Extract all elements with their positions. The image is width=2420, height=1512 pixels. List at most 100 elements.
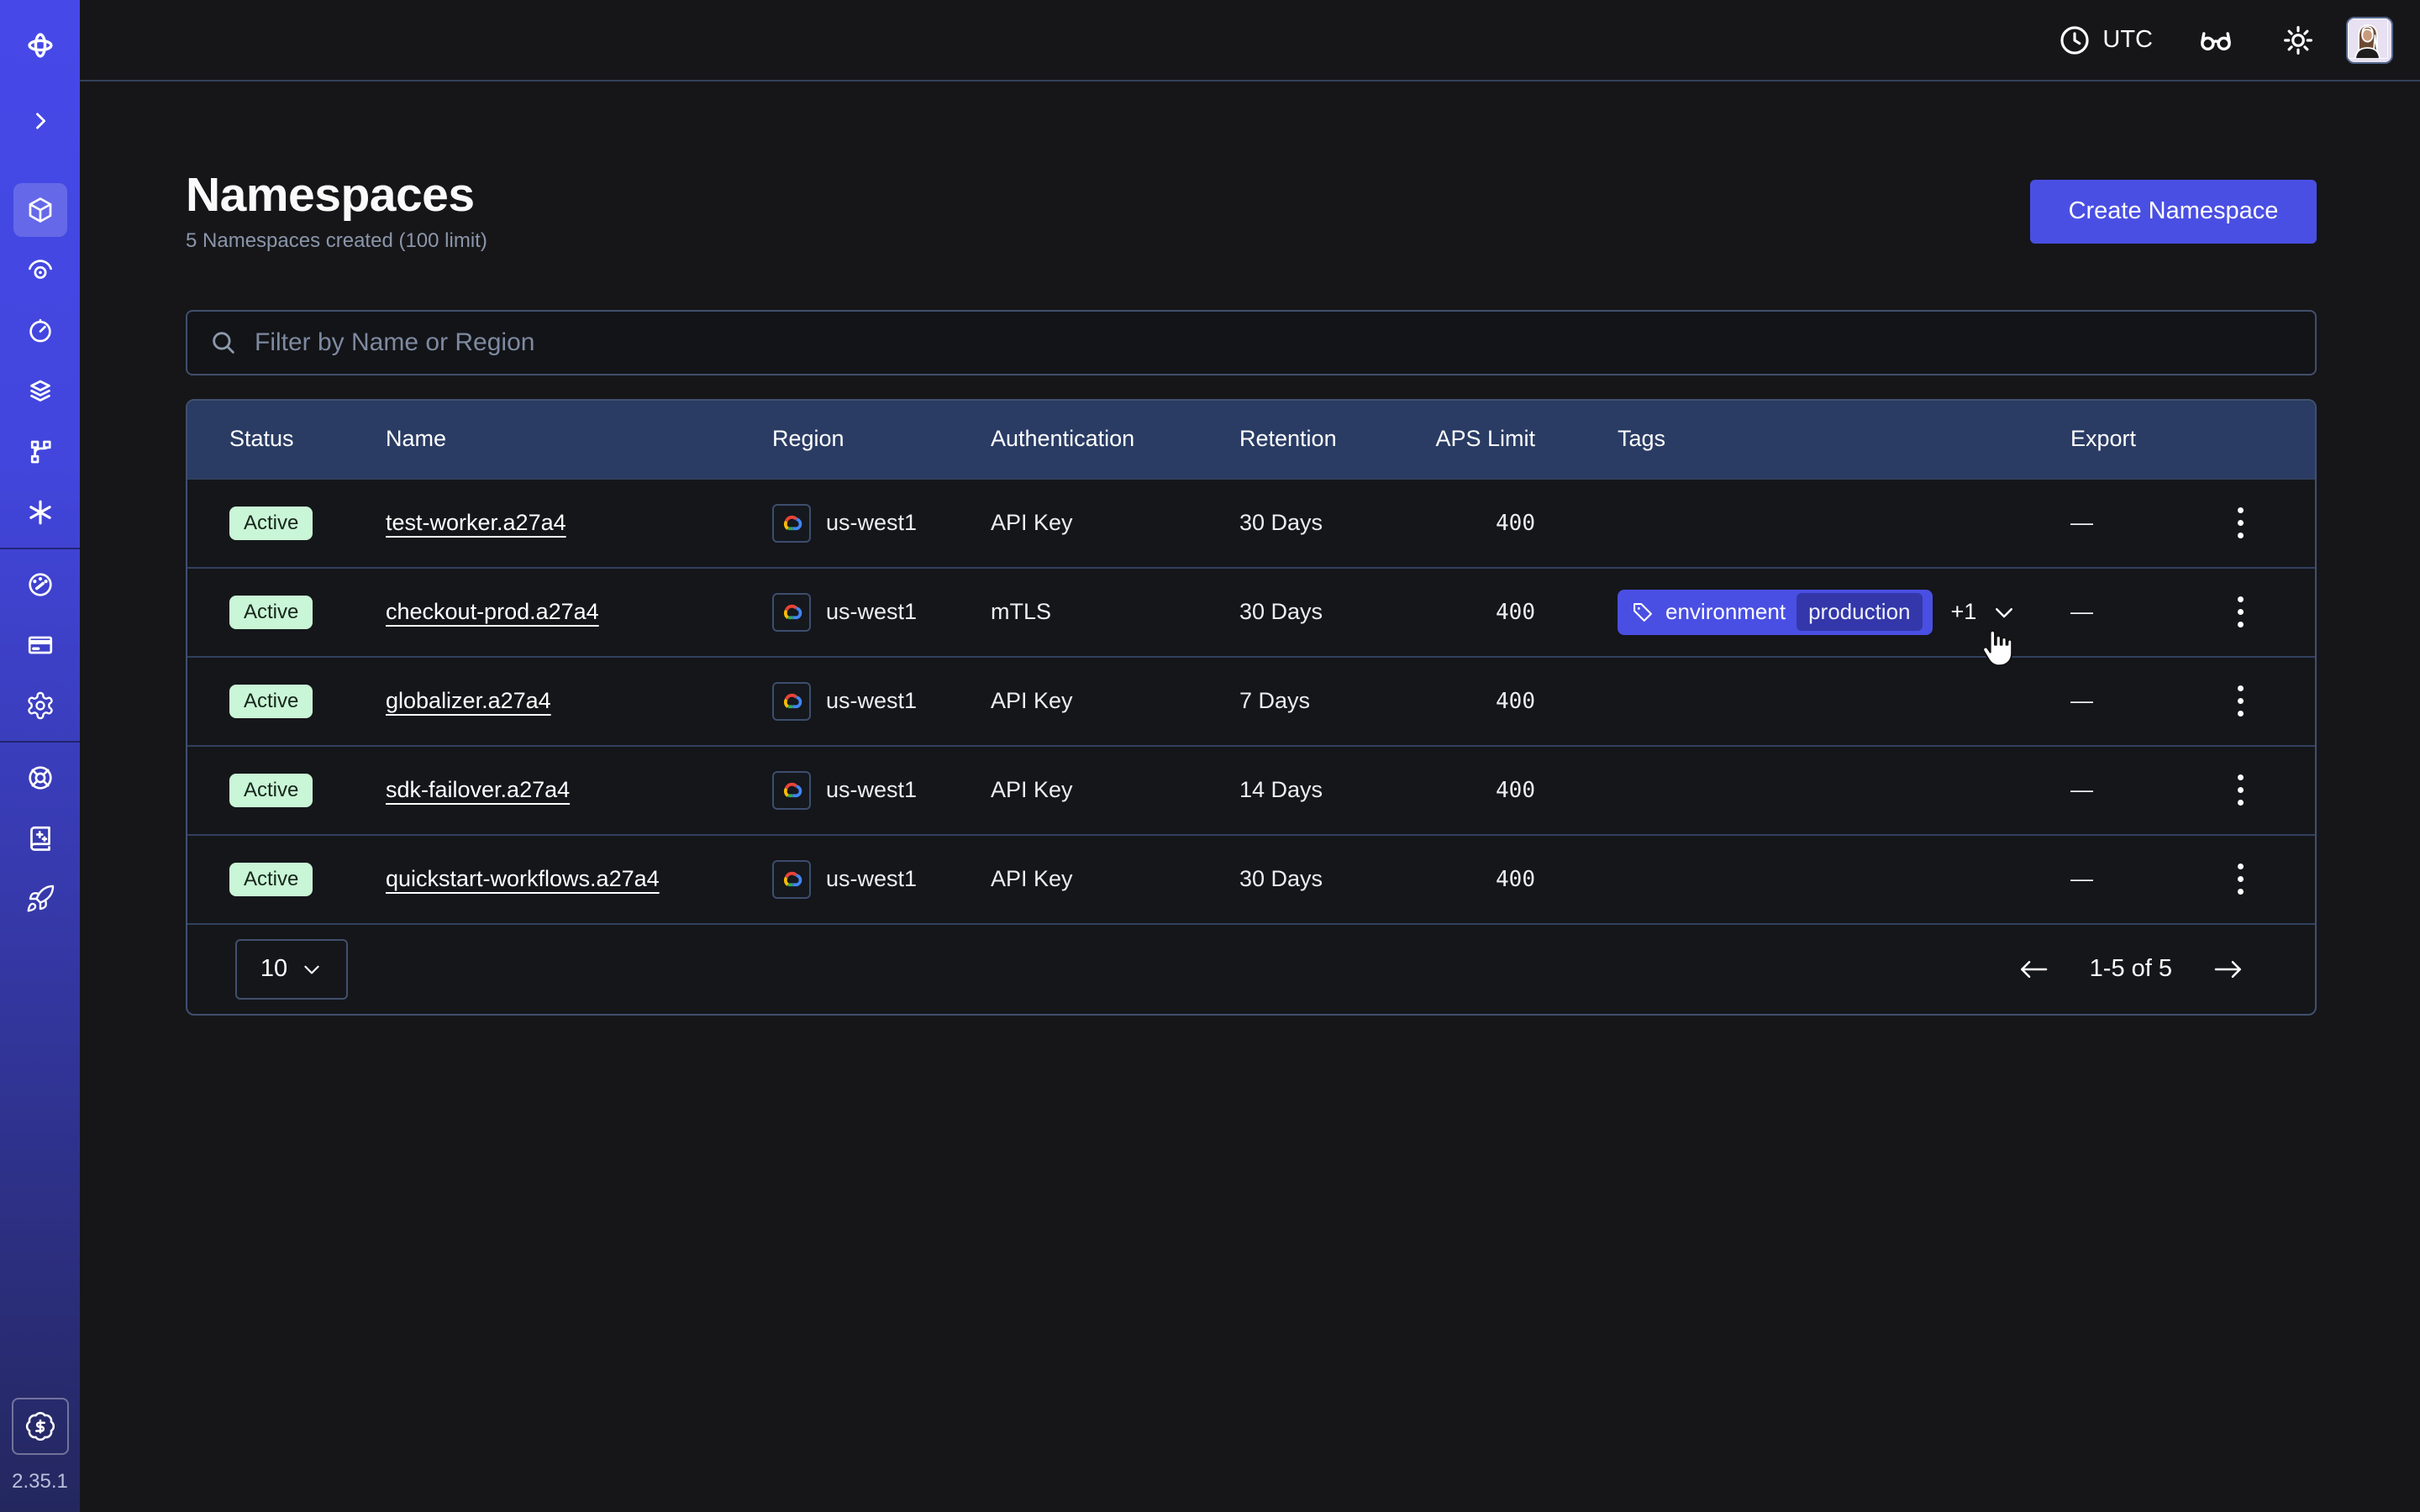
- aps-limit-value: 400: [1394, 511, 1537, 536]
- create-namespace-button[interactable]: Create Namespace: [2030, 180, 2317, 244]
- region-label: us-west1: [826, 777, 917, 803]
- sidebar-item-layers[interactable]: [13, 365, 67, 418]
- labs-glasses-button[interactable]: [2196, 21, 2235, 60]
- filter-input[interactable]: [253, 328, 2293, 358]
- chevron-down-icon: [301, 958, 323, 980]
- namespace-link[interactable]: checkout-prod.a27a4: [386, 599, 599, 625]
- col-tags: Tags: [1537, 426, 2032, 452]
- gcp-cloud-icon: [772, 593, 811, 632]
- export-value: —: [2032, 510, 2166, 536]
- pagination: 1-5 of 5: [2012, 953, 2249, 985]
- table-row: Active test-worker.a27a4 us-west1 API Ke…: [187, 478, 2315, 567]
- namespace-link[interactable]: globalizer.a27a4: [386, 688, 551, 714]
- gcp-cloud-icon: [772, 504, 811, 543]
- next-page-button[interactable]: [2207, 953, 2249, 985]
- sidebar-item-namespaces[interactable]: [13, 183, 67, 237]
- sidebar-item-getting-started[interactable]: [13, 872, 67, 926]
- row-actions-menu-button[interactable]: [2229, 855, 2252, 903]
- row-actions-menu-button[interactable]: [2229, 499, 2252, 547]
- namespace-link[interactable]: quickstart-workflows.a27a4: [386, 866, 660, 892]
- aps-limit-value: 400: [1394, 689, 1537, 714]
- col-name: Name: [347, 426, 734, 452]
- sidebar-item-usage[interactable]: [13, 558, 67, 612]
- retention-value: 30 Days: [1201, 866, 1394, 892]
- user-avatar[interactable]: [2346, 17, 2393, 64]
- aps-limit-value: 400: [1394, 778, 1537, 803]
- sidebar-divider: [0, 548, 80, 549]
- aps-limit-value: 400: [1394, 600, 1537, 625]
- sidebar-item-monitor[interactable]: [13, 244, 67, 297]
- timezone-selector[interactable]: UTC: [2057, 23, 2153, 58]
- table-footer: 10 1-5 of 5: [187, 923, 2315, 1014]
- pagination-range: 1-5 of 5: [2090, 955, 2172, 983]
- filter-searchbox: [186, 310, 2317, 375]
- export-value: —: [2032, 599, 2166, 625]
- status-badge: Active: [229, 863, 313, 896]
- row-actions-menu-button[interactable]: [2229, 677, 2252, 725]
- sidebar-item-docs[interactable]: [13, 811, 67, 865]
- region-label: us-west1: [826, 688, 917, 714]
- sidebar-nav-primary: [13, 183, 67, 539]
- page-header: Namespaces 5 Namespaces created (100 lim…: [186, 171, 2317, 253]
- export-value: —: [2032, 777, 2166, 803]
- sidebar-item-branch[interactable]: [13, 425, 67, 479]
- status-badge: Active: [229, 596, 313, 629]
- auth-value: API Key: [952, 510, 1201, 536]
- sidebar-item-support[interactable]: [13, 751, 67, 805]
- col-status: Status: [187, 426, 347, 452]
- table-row: Active checkout-prod.a27a4 us-west1 mTLS…: [187, 567, 2315, 656]
- sidebar-item-nexus[interactable]: [13, 486, 67, 539]
- sidebar-item-settings[interactable]: [13, 679, 67, 732]
- tag-pill[interactable]: environment production: [1618, 590, 1933, 635]
- theme-toggle-button[interactable]: [2279, 21, 2317, 60]
- temporal-logo-icon[interactable]: [13, 18, 67, 72]
- region-label: us-west1: [826, 866, 917, 892]
- tag-more-count: +1: [1951, 599, 1977, 625]
- status-badge: Active: [229, 507, 313, 540]
- auth-value: API Key: [952, 688, 1201, 714]
- tags-expand-chevron-icon[interactable]: [1991, 600, 2017, 625]
- export-value: —: [2032, 866, 2166, 892]
- glasses-icon: [2196, 21, 2235, 60]
- prev-page-button[interactable]: [2012, 953, 2054, 985]
- auth-value: API Key: [952, 777, 1201, 803]
- auth-value: API Key: [952, 866, 1201, 892]
- col-export: Export: [2032, 426, 2166, 452]
- sidebar-item-schedules[interactable]: [13, 304, 67, 358]
- page-subtitle: 5 Namespaces created (100 limit): [186, 229, 487, 253]
- retention-value: 14 Days: [1201, 777, 1394, 803]
- namespace-link[interactable]: sdk-failover.a27a4: [386, 777, 570, 803]
- namespace-link[interactable]: test-worker.a27a4: [386, 510, 566, 536]
- page-title: Namespaces: [186, 171, 487, 221]
- aps-limit-value: 400: [1394, 867, 1537, 892]
- sidebar-item-billing[interactable]: [13, 618, 67, 672]
- seal-dollar-icon: [24, 1410, 56, 1442]
- col-region: Region: [734, 426, 952, 452]
- search-icon: [209, 328, 238, 357]
- table-row: Active quickstart-workflows.a27a4 us-wes…: [187, 834, 2315, 923]
- tag-icon: [1631, 601, 1655, 624]
- gcp-cloud-icon: [772, 682, 811, 721]
- table-row: Active globalizer.a27a4 us-west1 API Key…: [187, 656, 2315, 745]
- page-size-select[interactable]: 10: [235, 939, 348, 1000]
- retention-value: 30 Days: [1201, 510, 1394, 536]
- sidebar: 2.35.1: [0, 0, 80, 1512]
- main-content: Namespaces 5 Namespaces created (100 lim…: [80, 81, 2420, 1512]
- tags-cell: environment production +1: [1537, 590, 2032, 635]
- sidebar-nav-tertiary: [13, 751, 67, 926]
- sidebar-expand-chevron-icon[interactable]: [13, 94, 67, 148]
- tag-value: production: [1797, 593, 1922, 631]
- namespaces-table: Status Name Region Authentication Retent…: [186, 399, 2317, 1016]
- retention-value: 30 Days: [1201, 599, 1394, 625]
- credits-badge-button[interactable]: [12, 1398, 69, 1455]
- row-actions-menu-button[interactable]: [2229, 588, 2252, 636]
- sidebar-bottom: 2.35.1: [12, 1398, 69, 1512]
- app-version: 2.35.1: [12, 1470, 68, 1494]
- table-row: Active sdk-failover.a27a4 us-west1 API K…: [187, 745, 2315, 834]
- export-value: —: [2032, 688, 2166, 714]
- col-retention: Retention: [1201, 426, 1394, 452]
- region-label: us-west1: [826, 510, 917, 536]
- timezone-label: UTC: [2102, 26, 2153, 54]
- row-actions-menu-button[interactable]: [2229, 766, 2252, 814]
- col-aps-limit: APS Limit: [1394, 426, 1537, 452]
